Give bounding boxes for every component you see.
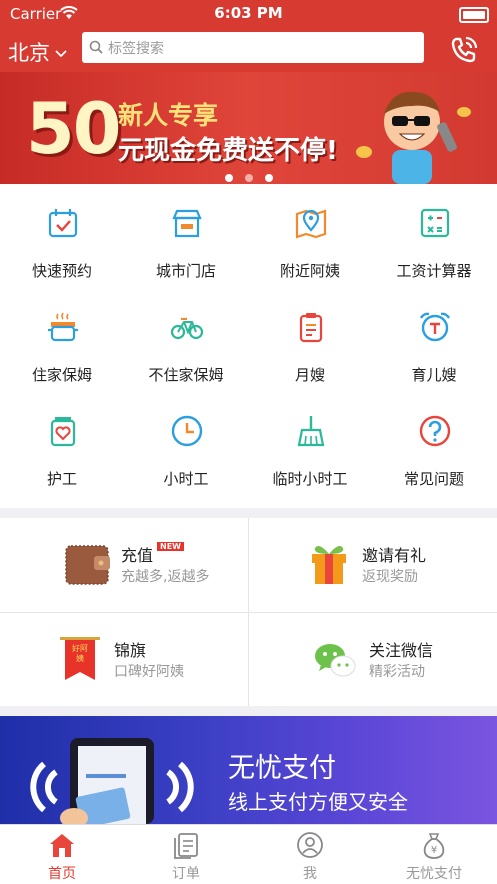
broom-icon [297, 416, 325, 447]
payment-banner[interactable]: 无忧支付 线上支付方便又安全 [0, 716, 497, 824]
pager-dot[interactable] [264, 174, 273, 182]
payment-subtitle: 线上支付方便又安全 [228, 790, 408, 814]
tab-label: 无忧支付 [406, 866, 462, 882]
grid-label: 护工 [46, 470, 77, 488]
clipboard-icon [299, 313, 323, 343]
grid-item-hourly-worker[interactable]: 小时工 [124, 392, 248, 496]
card-title: 锦旗 [114, 641, 147, 660]
calendar-check-icon [48, 209, 78, 238]
grid-label: 小时工 [163, 470, 209, 488]
contactless-payment-icon [30, 738, 194, 824]
city-selector[interactable]: 北京 [8, 37, 67, 67]
grid-label: 常见问题 [403, 470, 464, 488]
grid-item-caregiver[interactable]: 护工 [0, 392, 124, 496]
feature-cards: 充值 NEW 充越多,返越多 邀请有礼 返现奖励 好阿姨 锦旗 口碑好阿姨 关注微… [0, 518, 497, 706]
grid-item-childcare[interactable]: 育儿嫂 [372, 288, 496, 392]
tab-label: 我 [303, 866, 317, 882]
card-banner[interactable]: 好阿姨 锦旗 口碑好阿姨 [0, 613, 248, 707]
top-nav: 北京 标签搜索 [0, 28, 497, 72]
search-placeholder: 标签搜索 [108, 41, 164, 57]
bicycle-icon [170, 317, 204, 340]
grid-item-maternity-nurse[interactable]: 月嫂 [248, 288, 372, 392]
grid-label: 住家保姆 [31, 366, 92, 384]
alarm-clock-icon [419, 312, 451, 342]
card-subtitle: 口碑好阿姨 [114, 664, 184, 680]
card-title: 邀请有礼 [362, 546, 427, 565]
banner-flag-icon: 好阿姨 [60, 637, 100, 683]
grid-label: 月嫂 [294, 366, 325, 384]
map-pin-icon [295, 209, 327, 239]
banner-subline: 元现金免费送不停! [118, 136, 338, 166]
card-subtitle: 精彩活动 [369, 664, 425, 680]
card-invite[interactable]: 邀请有礼 返现奖励 [249, 518, 497, 612]
card-title: 关注微信 [369, 641, 434, 660]
orders-icon [174, 833, 198, 859]
grid-label: 工资计算器 [396, 262, 472, 280]
pager-dot[interactable] [224, 174, 233, 182]
chevron-down-icon [55, 50, 67, 58]
tab-home[interactable]: 首页 [0, 825, 124, 884]
phone-call-icon[interactable] [449, 35, 479, 65]
grid-label: 快速预约 [31, 262, 92, 280]
search-icon [89, 40, 103, 54]
gift-icon [312, 546, 346, 584]
card-title: 充值 NEW [121, 542, 184, 566]
grid-item-live-in-nanny[interactable]: 住家保姆 [0, 288, 124, 392]
pot-icon [48, 312, 78, 342]
banner-headline: 新人专享 [118, 101, 219, 130]
tab-bar: 首页 订单 我 ¥ 无忧支付 [0, 824, 497, 884]
new-badge: NEW [157, 542, 184, 551]
search-bar[interactable]: 标签搜索 [82, 32, 424, 63]
grid-item-temp-hourly-worker[interactable]: 临时小时工 [248, 392, 372, 496]
tab-label: 订单 [172, 866, 200, 882]
bag-currency-text: ¥ [431, 845, 437, 856]
grid-item-quick-booking[interactable]: 快速预约 [0, 184, 124, 288]
tab-me[interactable]: 我 [248, 825, 372, 884]
status-time: 6:03 PM [214, 4, 283, 22]
heart-jar-icon [50, 417, 76, 447]
tab-payment[interactable]: ¥ 无忧支付 [372, 825, 496, 884]
money-bag-icon: ¥ [423, 833, 445, 859]
grid-label: 不住家保姆 [148, 366, 224, 384]
wallet-icon [65, 545, 110, 585]
grid-item-nearby[interactable]: 附近阿姨 [248, 184, 372, 288]
home-icon [50, 834, 74, 857]
grid-item-faq[interactable]: 常见问题 [372, 392, 496, 496]
promo-banner[interactable]: 50 新人专享 元现金免费送不停! [0, 72, 497, 184]
question-icon [419, 415, 451, 447]
banner-pager [0, 167, 497, 184]
tab-label: 首页 [48, 866, 76, 882]
calculator-icon [420, 208, 450, 238]
grid-label: 附近阿姨 [279, 262, 340, 280]
battery-icon [459, 7, 489, 23]
clock-icon [171, 415, 203, 447]
grid-item-non-live-in-nanny[interactable]: 不住家保姆 [124, 288, 248, 392]
card-subtitle: 充越多,返越多 [121, 569, 210, 585]
grid-label: 临时小时工 [272, 470, 348, 488]
status-bar: Carrier 6:03 PM [0, 0, 497, 28]
service-grid: 快速预约 城市门店 附近阿姨 工资计算器 住家保姆 不住家保姆 月嫂 育儿嫂 护… [0, 184, 497, 508]
wechat-icon [315, 644, 356, 677]
store-icon [172, 209, 202, 238]
banner-number: 50 [26, 88, 121, 170]
tab-orders[interactable]: 订单 [124, 825, 248, 884]
grid-item-city-stores[interactable]: 城市门店 [124, 184, 248, 288]
card-wechat[interactable]: 关注微信 精彩活动 [249, 613, 497, 707]
payment-title: 无忧支付 [228, 753, 336, 784]
pager-dot-active[interactable] [244, 174, 253, 182]
grid-label: 育儿嫂 [411, 366, 457, 384]
user-icon [297, 832, 323, 858]
city-label: 北京 [8, 41, 50, 65]
card-recharge[interactable]: 充值 NEW 充越多,返越多 [0, 518, 248, 612]
grid-label: 城市门店 [155, 262, 216, 280]
card-subtitle: 返现奖励 [362, 569, 418, 585]
grid-item-salary-calculator[interactable]: 工资计算器 [372, 184, 496, 288]
